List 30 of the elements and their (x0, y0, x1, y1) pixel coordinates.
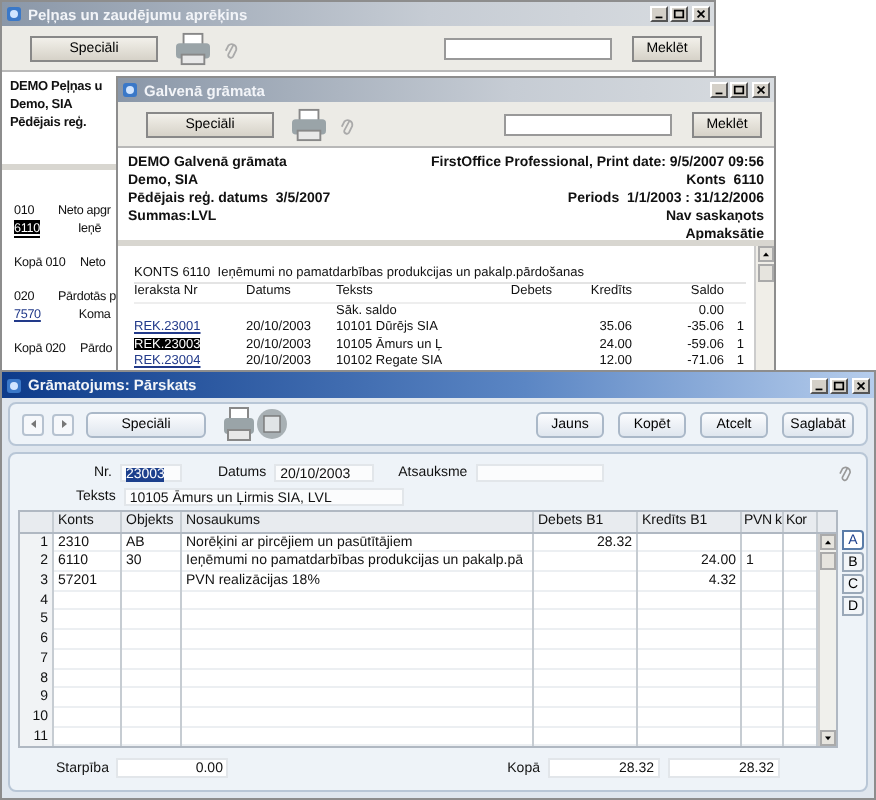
paperclip-icon[interactable] (838, 462, 852, 482)
app-icon (6, 377, 22, 393)
close-icon (694, 8, 708, 20)
maximize-icon (732, 84, 746, 96)
next-button[interactable] (52, 413, 74, 435)
maximize-icon (672, 8, 686, 20)
app-icon (122, 82, 138, 98)
search-field[interactable] (444, 37, 612, 59)
scroll-thumb[interactable] (757, 264, 773, 282)
maximize-icon (832, 379, 846, 391)
maximize-button[interactable] (830, 377, 848, 393)
paperclip-icon[interactable] (340, 113, 354, 135)
app-icon (6, 6, 22, 22)
scrollbar[interactable] (818, 533, 836, 747)
scroll-up-icon[interactable] (757, 246, 773, 262)
close-icon (754, 84, 768, 96)
scroll-thumb[interactable] (820, 551, 836, 570)
printer-icon[interactable] (290, 107, 328, 141)
close-icon (854, 379, 868, 391)
previous-button[interactable] (22, 413, 44, 435)
close-button[interactable] (852, 377, 870, 393)
search-field[interactable] (504, 113, 672, 135)
left-arrow-icon (27, 418, 39, 430)
minimize-button[interactable] (810, 377, 828, 393)
right-arrow-icon (57, 418, 69, 430)
reference-field[interactable] (475, 463, 604, 481)
scroll-down-icon[interactable] (820, 730, 836, 747)
printer-icon[interactable] (222, 406, 290, 442)
paperclip-icon[interactable] (224, 37, 238, 59)
printer-icon[interactable] (174, 31, 212, 65)
